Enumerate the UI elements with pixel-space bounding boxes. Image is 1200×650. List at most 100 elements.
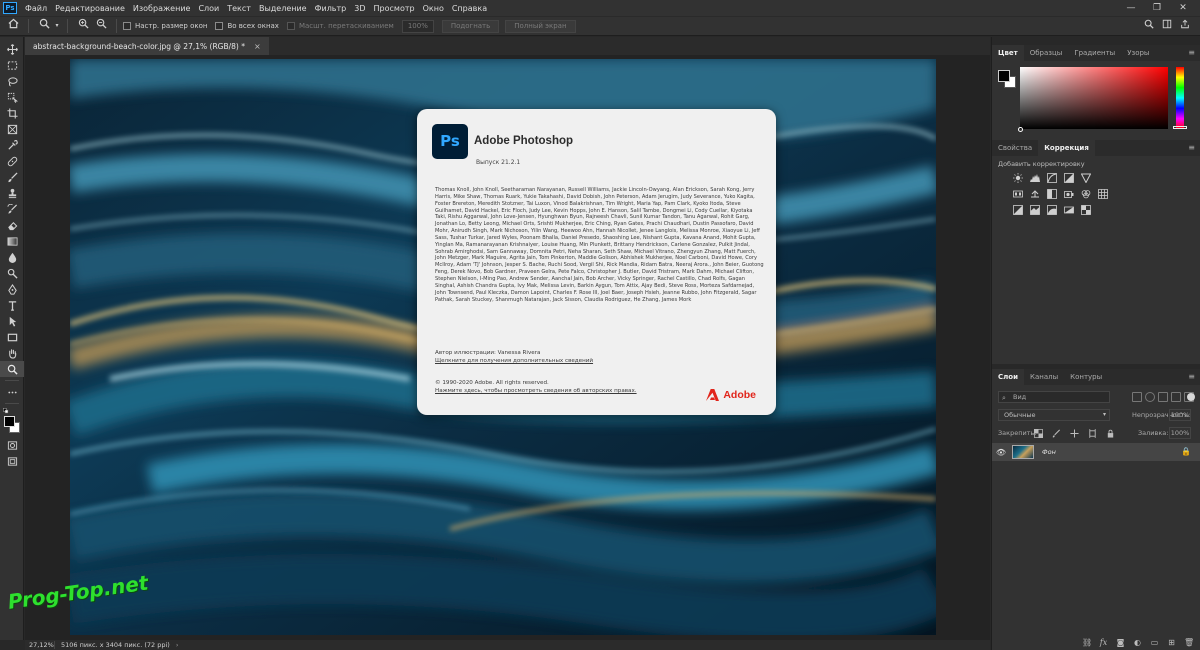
- tab-gradients[interactable]: Градиенты: [1068, 45, 1121, 61]
- object-selection-tool-icon[interactable]: [0, 89, 24, 105]
- menu-type[interactable]: Текст: [223, 4, 255, 13]
- workspace-icon[interactable]: [1158, 19, 1176, 35]
- tab-properties[interactable]: Свойства: [992, 140, 1038, 156]
- layer-filter-search[interactable]: ⌕ Вид: [998, 391, 1110, 403]
- fill-screen-button[interactable]: Полный экран: [505, 19, 576, 33]
- hue-slider[interactable]: [1176, 67, 1184, 129]
- add-mask-icon[interactable]: ◙: [1116, 638, 1125, 647]
- tab-color[interactable]: Цвет: [992, 45, 1024, 61]
- lock-position-icon[interactable]: [1069, 428, 1079, 438]
- minimize-button[interactable]: —: [1118, 3, 1144, 13]
- invert-icon[interactable]: [1012, 205, 1023, 215]
- eraser-tool-icon[interactable]: [0, 217, 24, 233]
- link-layers-icon[interactable]: ⛓: [1082, 638, 1092, 647]
- tab-patterns[interactable]: Узоры: [1121, 45, 1155, 61]
- tab-adjustments[interactable]: Коррекция: [1038, 140, 1095, 156]
- rectangle-tool-icon[interactable]: [0, 329, 24, 345]
- lock-artboard-icon[interactable]: [1087, 428, 1097, 438]
- scrubby-zoom-checkbox[interactable]: Масшт. перетаскиванием: [286, 22, 394, 30]
- menu-view[interactable]: Просмотр: [370, 4, 419, 13]
- share-icon[interactable]: [1176, 19, 1194, 35]
- lock-transparency-icon[interactable]: [1033, 428, 1043, 438]
- menu-edit[interactable]: Редактирование: [51, 4, 129, 13]
- color-lookup-icon[interactable]: [1097, 189, 1108, 199]
- new-group-icon[interactable]: ▭: [1150, 638, 1159, 647]
- zoom-tool-icon[interactable]: [0, 361, 24, 377]
- layer-filter-toggle[interactable]: [1187, 393, 1195, 401]
- trash-icon[interactable]: 🗑: [1184, 638, 1194, 647]
- new-layer-icon[interactable]: ⊞: [1167, 638, 1176, 647]
- layer-row[interactable]: 👁 Фон 🔒: [992, 443, 1200, 461]
- hue-saturation-icon[interactable]: [1012, 189, 1023, 199]
- search-icon[interactable]: [1140, 19, 1158, 35]
- move-tool-icon[interactable]: [0, 41, 24, 57]
- posterize-icon[interactable]: [1029, 205, 1040, 215]
- gradient-map-icon[interactable]: [1063, 205, 1074, 215]
- panel-menu-icon[interactable]: ≡: [1188, 48, 1195, 57]
- document-tab[interactable]: abstract-background-beach-color.jpg @ 27…: [25, 37, 269, 55]
- maximize-button[interactable]: ❐: [1144, 3, 1170, 13]
- photo-filter-icon[interactable]: [1063, 189, 1074, 199]
- close-icon[interactable]: ×: [254, 42, 261, 51]
- levels-icon[interactable]: [1029, 173, 1040, 183]
- tab-channels[interactable]: Каналы: [1024, 369, 1064, 385]
- close-window-button[interactable]: ✕: [1170, 3, 1196, 13]
- lock-all-icon[interactable]: [1105, 428, 1115, 438]
- zoom-tool-preset-icon[interactable]: [35, 18, 53, 34]
- checkbox-box[interactable]: [286, 22, 295, 30]
- dodge-tool-icon[interactable]: [0, 265, 24, 281]
- selective-color-icon[interactable]: [1080, 205, 1091, 215]
- color-picker-marker[interactable]: [1018, 127, 1023, 132]
- fill-field[interactable]: 100%: [1169, 427, 1191, 439]
- new-adjustment-layer-icon[interactable]: ◐: [1133, 638, 1142, 647]
- filter-adjustment-icon[interactable]: [1145, 392, 1155, 402]
- marquee-tool-icon[interactable]: [0, 57, 24, 73]
- blur-tool-icon[interactable]: [0, 249, 24, 265]
- resize-windows-checkbox[interactable]: Настр. размер окон: [123, 22, 207, 30]
- blend-mode-select[interactable]: Обычные ▾: [998, 409, 1110, 421]
- gradient-tool-icon[interactable]: [0, 233, 24, 249]
- zoom-out-icon[interactable]: [92, 18, 110, 34]
- tab-paths[interactable]: Контуры: [1064, 369, 1108, 385]
- black-white-icon[interactable]: [1046, 189, 1057, 199]
- home-icon[interactable]: [4, 18, 22, 34]
- zoom-percent-field[interactable]: 100%: [401, 19, 434, 33]
- frame-tool-icon[interactable]: [0, 121, 24, 137]
- chevron-down-icon[interactable]: ▾: [53, 18, 61, 34]
- checkbox-box[interactable]: [123, 22, 131, 30]
- curves-icon[interactable]: [1046, 173, 1057, 183]
- menu-image[interactable]: Изображение: [129, 4, 195, 13]
- hue-slider-handle[interactable]: [1173, 126, 1187, 129]
- swap-colors-icon[interactable]: [0, 407, 24, 415]
- menu-file[interactable]: Файл: [21, 4, 51, 13]
- more-tools-icon[interactable]: [0, 384, 24, 400]
- lock-pixels-icon[interactable]: [1051, 428, 1061, 438]
- lasso-tool-icon[interactable]: [0, 73, 24, 89]
- filter-type-icon[interactable]: [1158, 392, 1168, 402]
- panel-menu-icon[interactable]: ≡: [1188, 143, 1195, 152]
- opacity-field[interactable]: 100%: [1169, 409, 1191, 421]
- foreground-background-colors[interactable]: [0, 415, 24, 437]
- foreground-color-swatch[interactable]: [998, 70, 1010, 82]
- clone-stamp-tool-icon[interactable]: [0, 185, 24, 201]
- menu-layers[interactable]: Слои: [194, 4, 223, 13]
- exposure-icon[interactable]: [1063, 173, 1074, 183]
- crop-tool-icon[interactable]: [0, 105, 24, 121]
- checkbox-box[interactable]: [215, 22, 224, 30]
- brush-tool-icon[interactable]: [0, 169, 24, 185]
- quick-mask-icon[interactable]: [0, 437, 24, 453]
- menu-window[interactable]: Окно: [419, 4, 448, 13]
- healing-brush-tool-icon[interactable]: [0, 153, 24, 169]
- path-selection-tool-icon[interactable]: [0, 313, 24, 329]
- history-brush-tool-icon[interactable]: [0, 201, 24, 217]
- layer-style-icon[interactable]: fx: [1099, 638, 1108, 647]
- legal-notices-link[interactable]: Нажмите здесь, чтобы просмотреть сведени…: [435, 388, 637, 394]
- illustration-info-link[interactable]: Щелкните для получения дополнительных св…: [435, 358, 593, 364]
- hand-tool-icon[interactable]: [0, 345, 24, 361]
- menu-help[interactable]: Справка: [448, 4, 491, 13]
- menu-filter[interactable]: Фильтр: [311, 4, 351, 13]
- color-picker-field[interactable]: [1020, 67, 1168, 129]
- menu-3d[interactable]: 3D: [350, 4, 369, 13]
- filter-shape-icon[interactable]: [1171, 392, 1181, 402]
- channel-mixer-icon[interactable]: [1080, 189, 1091, 199]
